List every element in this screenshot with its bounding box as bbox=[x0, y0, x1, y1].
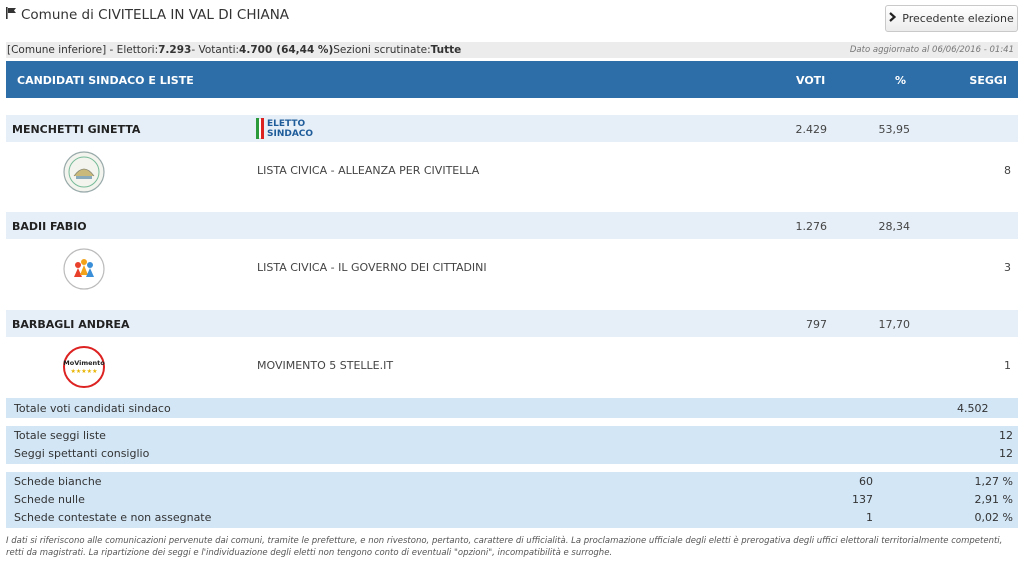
ballot-value: 60 bbox=[859, 475, 873, 488]
candidate-name: BADII FABIO bbox=[12, 220, 87, 233]
council-seats-label: Seggi spettanti consiglio bbox=[14, 447, 150, 460]
results-table-header: CANDIDATI SINDACO E LISTE VOTI % SEGGI bbox=[6, 61, 1018, 98]
total-votes-label: Totale voti candidati sindaco bbox=[14, 402, 171, 415]
header-pct: % bbox=[895, 74, 907, 87]
candidate-pct: 28,34 bbox=[878, 220, 911, 233]
ballot-row: Schede contestate e non assegnate 1 0,02… bbox=[6, 508, 1018, 526]
candidate-votes: 2.429 bbox=[795, 123, 828, 136]
list-name: LISTA CIVICA - IL GOVERNO DEI CITTADINI bbox=[257, 261, 487, 274]
page-title: Comune di CIVITELLA IN VAL DI CHIANA bbox=[6, 7, 289, 23]
page-title-text: Comune di CIVITELLA IN VAL DI CHIANA bbox=[21, 7, 290, 23]
list-seats: 3 bbox=[1004, 261, 1011, 274]
ballot-label: Schede contestate e non assegnate bbox=[14, 511, 212, 524]
ballot-row: Schede nulle 137 2,91 % bbox=[6, 490, 1018, 508]
list-row: LISTA CIVICA - IL GOVERNO DEI CITTADINI … bbox=[6, 239, 1018, 299]
header-voti: VOTI bbox=[796, 74, 826, 87]
ballot-row: Schede bianche 60 1,27 % bbox=[6, 472, 1018, 490]
ballot-pct: 2,91 % bbox=[974, 493, 1013, 506]
svg-text:★★★★★: ★★★★★ bbox=[71, 368, 98, 375]
candidate-pct: 53,95 bbox=[878, 123, 911, 136]
eletto-line2: SINDACO bbox=[267, 129, 314, 139]
m5s-logo-text: MoVimento bbox=[63, 359, 105, 367]
list-name: LISTA CIVICA - ALLEANZA PER CIVITELLA bbox=[257, 164, 480, 177]
alleanza-logo-icon bbox=[62, 150, 106, 194]
list-row: LISTA CIVICA - ALLEANZA PER CIVITELLA 8 bbox=[6, 142, 1018, 202]
previous-election-button[interactable]: Precedente elezione bbox=[885, 5, 1018, 32]
list-seats: 1 bbox=[1004, 359, 1011, 372]
council-seats-value: 12 bbox=[999, 447, 1013, 460]
votanti-label: - Votanti: bbox=[191, 44, 240, 56]
ballot-label: Schede bianche bbox=[14, 475, 102, 488]
ballot-value: 1 bbox=[866, 511, 873, 524]
candidate-row: MENCHETTI GINETTA ELETTO SINDACO 2.429 53… bbox=[6, 115, 1018, 142]
ballots-block: Schede bianche 60 1,27 % Schede nulle 13… bbox=[6, 472, 1018, 528]
disclaimer-text: I dati si riferiscono alle comunicazioni… bbox=[6, 536, 1003, 558]
candidate-row: BADII FABIO 1.276 28,34 bbox=[6, 212, 1018, 239]
governo-logo-icon bbox=[62, 247, 106, 291]
candidate-row: BARBAGLI ANDREA 797 17,70 bbox=[6, 310, 1018, 337]
eletto-sindaco-badge: ELETTO SINDACO bbox=[256, 118, 318, 140]
ballot-value: 137 bbox=[852, 493, 873, 506]
seats-totals-block: Totale seggi liste 12 Seggi spettanti co… bbox=[6, 426, 1018, 464]
candidate-pct: 17,70 bbox=[878, 318, 911, 331]
list-name: MOVIMENTO 5 STELLE.IT bbox=[257, 359, 394, 372]
sezioni-label: Sezioni scrutinate: bbox=[333, 44, 431, 56]
election-info-bar: [Comune inferiore] - Elettori: 7.293 - V… bbox=[6, 42, 1018, 58]
header-seggi: SEGGI bbox=[969, 74, 1007, 87]
total-seats-label: Totale seggi liste bbox=[14, 429, 106, 442]
ballot-pct: 0,02 % bbox=[974, 511, 1013, 524]
eletto-line1: ELETTO bbox=[267, 119, 306, 129]
votanti-value: 4.700 bbox=[239, 44, 273, 56]
ballot-pct: 1,27 % bbox=[974, 475, 1013, 488]
italian-flag-icon bbox=[256, 118, 264, 139]
sezioni-value: Tutte bbox=[430, 44, 462, 56]
chevron-right-icon bbox=[889, 12, 897, 25]
header-candidati: CANDIDATI SINDACO E LISTE bbox=[17, 74, 194, 87]
previous-election-label: Precedente elezione bbox=[902, 12, 1014, 25]
m5s-logo-icon: MoVimento ★★★★★ bbox=[62, 345, 106, 389]
list-row: MoVimento ★★★★★ MOVIMENTO 5 STELLE.IT 1 bbox=[6, 337, 1018, 397]
candidate-name: BARBAGLI ANDREA bbox=[12, 318, 130, 331]
total-seats-value: 12 bbox=[999, 429, 1013, 442]
info-prefix: [Comune inferiore] - Elettori: bbox=[7, 44, 159, 56]
ballot-label: Schede nulle bbox=[14, 493, 85, 506]
candidate-votes: 1.276 bbox=[795, 220, 828, 233]
candidate-votes: 797 bbox=[806, 318, 827, 331]
last-updated: Dato aggiornato al 06/06/2016 - 01:41 bbox=[849, 45, 1014, 55]
candidate-name: MENCHETTI GINETTA bbox=[12, 123, 141, 136]
votanti-pct: (64,44 %) bbox=[276, 44, 334, 56]
list-seats: 8 bbox=[1004, 164, 1011, 177]
total-votes-row: Totale voti candidati sindaco 4.502 bbox=[6, 398, 1018, 418]
elettori-value: 7.293 bbox=[158, 44, 192, 56]
total-votes-value: 4.502 bbox=[957, 402, 989, 415]
flag-icon bbox=[6, 7, 17, 23]
